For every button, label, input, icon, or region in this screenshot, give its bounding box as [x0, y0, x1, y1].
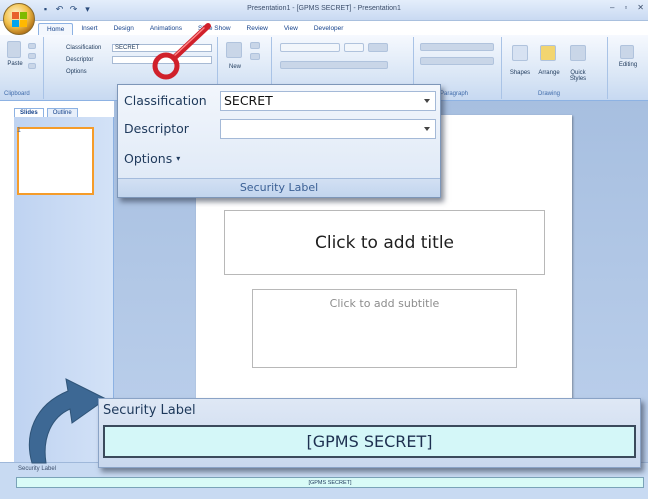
- editing-button[interactable]: Editing: [612, 62, 644, 68]
- clipboard-group: Paste Clipboard: [2, 37, 44, 99]
- mini-descriptor-label: Descriptor: [66, 57, 94, 63]
- quick-styles-icon[interactable]: [570, 45, 586, 61]
- paste-button[interactable]: Paste: [4, 61, 26, 67]
- align-buttons-icon[interactable]: [420, 57, 494, 65]
- title-placeholder[interactable]: Click to add title: [224, 210, 545, 275]
- new-slide-button[interactable]: New: [224, 64, 246, 70]
- shapes-button[interactable]: Shapes: [506, 70, 534, 76]
- clipboard-group-label: Clipboard: [4, 91, 30, 97]
- chevron-down-icon[interactable]: [424, 127, 430, 131]
- grow-font-icon[interactable]: [368, 43, 388, 52]
- window-controls: – ▫ ✕: [610, 3, 644, 12]
- close-button[interactable]: ✕: [637, 3, 644, 12]
- classification-label: Classification: [124, 93, 207, 108]
- security-label-group-label: Security Label: [118, 178, 440, 197]
- security-status-callout: Security Label [GPMS SECRET]: [98, 398, 641, 468]
- security-label-callout: Classification SECRET Descriptor Options…: [117, 84, 441, 198]
- title-bar: ▪ ↶ ↷ ▾ Presentation1 - [GPMS SECRET] - …: [0, 0, 648, 21]
- mini-classification-label: Classification: [66, 45, 102, 51]
- slide-thumbnail[interactable]: [17, 127, 94, 195]
- arrange-icon[interactable]: [540, 45, 556, 61]
- tab-insert[interactable]: Insert: [73, 23, 105, 35]
- tab-review[interactable]: Review: [239, 23, 276, 35]
- shapes-icon[interactable]: [512, 45, 528, 61]
- office-button[interactable]: [3, 3, 35, 35]
- status-bar-label: Security Label: [18, 466, 57, 472]
- tab-design[interactable]: Design: [106, 23, 142, 35]
- font-format-buttons[interactable]: [280, 61, 388, 69]
- tab-developer[interactable]: Developer: [306, 23, 352, 35]
- paragraph-group-label: Paragraph: [440, 91, 469, 97]
- maximize-button[interactable]: ▫: [624, 3, 627, 12]
- subtitle-placeholder[interactable]: Click to add subtitle: [252, 289, 517, 368]
- window-title: Presentation1 - [GPMS SECRET] - Presenta…: [247, 5, 401, 12]
- chevron-down-icon[interactable]: [424, 99, 430, 103]
- minimize-button[interactable]: –: [610, 3, 614, 12]
- mini-options-button[interactable]: Options: [66, 69, 87, 75]
- quick-styles-button[interactable]: Quick Styles: [564, 70, 592, 82]
- classification-combo[interactable]: SECRET: [220, 91, 436, 111]
- classification-value: SECRET: [224, 93, 273, 108]
- status-bar-security-value: [GPMS SECRET]: [16, 477, 644, 488]
- new-slide-icon[interactable]: [226, 42, 242, 58]
- font-size-combo[interactable]: [344, 43, 364, 52]
- drawing-group-label: Drawing: [538, 91, 561, 97]
- descriptor-combo[interactable]: [220, 119, 436, 139]
- options-button[interactable]: Options ▾: [124, 151, 180, 166]
- tab-view[interactable]: View: [276, 23, 306, 35]
- slide-number: 1: [17, 127, 21, 134]
- font-name-combo[interactable]: [280, 43, 340, 52]
- security-status-label: Security Label: [103, 403, 196, 418]
- magnifier-icon: [152, 23, 211, 80]
- layout-icon[interactable]: [250, 42, 260, 49]
- dropdown-caret-icon: ▾: [176, 154, 181, 163]
- format-painter-icon[interactable]: [28, 63, 36, 69]
- drawing-group: Shapes Arrange Quick Styles Drawing: [504, 37, 608, 99]
- tab-home[interactable]: Home: [38, 23, 74, 35]
- paste-icon[interactable]: [7, 41, 21, 58]
- office-logo-icon: [12, 12, 28, 28]
- arrange-button[interactable]: Arrange: [534, 70, 564, 76]
- copy-icon[interactable]: [28, 53, 36, 59]
- reset-icon[interactable]: [250, 53, 260, 60]
- security-status-value: [GPMS SECRET]: [103, 425, 636, 458]
- editing-group: Editing: [610, 37, 646, 99]
- cut-icon[interactable]: [28, 43, 36, 49]
- descriptor-label: Descriptor: [124, 121, 189, 136]
- find-icon[interactable]: [620, 45, 634, 59]
- list-buttons-icon[interactable]: [420, 43, 494, 51]
